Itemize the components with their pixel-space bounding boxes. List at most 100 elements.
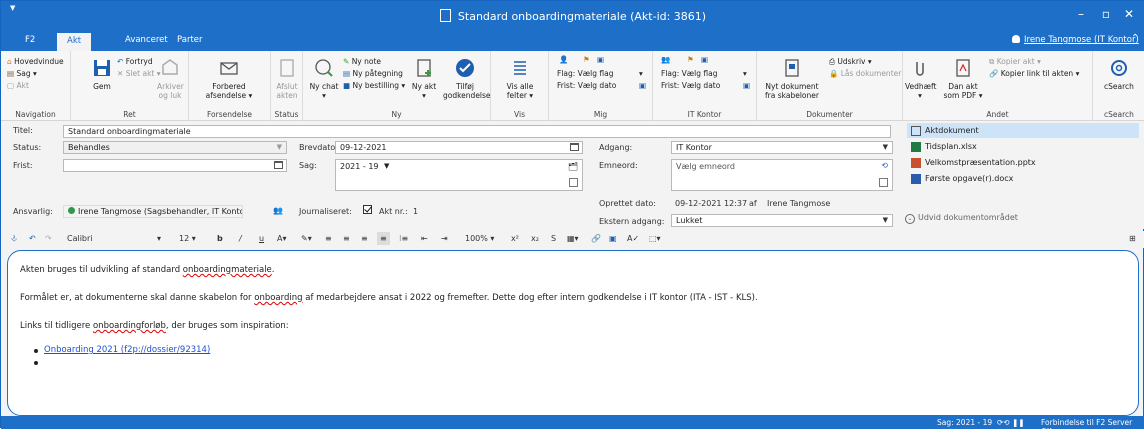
forbered-afsendelse-button[interactable]: Forbered afsendelse ▾	[199, 57, 259, 100]
mig-frist[interactable]: Frist: Vælg dato	[557, 81, 616, 90]
laas-dokumenter-button[interactable]: 🔒 Lås dokumenter	[829, 69, 901, 78]
brevdato-input[interactable]: 09-12-2021	[335, 141, 583, 154]
group-ret: Gem ↶ Fortryd ✕ Slet akt ▾ Arkiver og lu…	[71, 51, 189, 121]
vedhaeft-button[interactable]: Vedhæft ▾	[905, 57, 937, 100]
people-icon[interactable]: 👥	[273, 206, 283, 215]
highlight-icon[interactable]: ✎▾	[301, 234, 312, 243]
udskriv-button[interactable]: ⎙ Udskriv ▾	[829, 57, 872, 67]
document-item[interactable]: Tidsplan.xlsx	[907, 139, 1139, 154]
open-icon[interactable]	[879, 178, 888, 187]
mig-flag[interactable]: Flag: Vælg flag	[557, 69, 613, 78]
kopier-link-button[interactable]: 🔗 Kopier link til akten ▾	[989, 69, 1079, 78]
document-item[interactable]: Velkomstpræsentation.pptx	[907, 155, 1139, 170]
expand-editor-icon[interactable]: ⊞	[1129, 234, 1136, 243]
align-right-icon[interactable]: ≡	[361, 234, 368, 243]
tab-f2[interactable]: F2	[25, 35, 35, 45]
more-icon[interactable]: ⬚▾	[649, 234, 661, 243]
sync-icon[interactable]: ⟳⟲ ❚❚	[997, 418, 1025, 427]
font-dropdown-icon[interactable]: ▾	[157, 234, 161, 243]
ny-chat-button[interactable]: Ny chat ▾	[309, 57, 339, 100]
maximize-button[interactable]: ▫	[1097, 7, 1115, 21]
journaliseret-checkbox[interactable]	[363, 205, 376, 214]
bullets-icon[interactable]: ⁝≡	[399, 234, 408, 243]
superscript-icon[interactable]: x²	[511, 234, 519, 243]
subscript-icon[interactable]: x₂	[531, 234, 539, 243]
tab-avanceret[interactable]: Avanceret	[125, 35, 168, 45]
align-left-icon[interactable]: ≡	[325, 234, 332, 243]
pdf-icon	[956, 59, 970, 77]
emneord-field[interactable]: Vælg emneord ⟲	[671, 159, 893, 191]
font-color-icon[interactable]: A▾	[277, 234, 287, 243]
ekstern-adgang-select[interactable]: Lukket ▼	[671, 214, 893, 227]
ny-paategning-button[interactable]: ▤ Ny påtegning	[343, 69, 403, 78]
csearch-button[interactable]: cSearch	[1099, 57, 1139, 91]
hovedvindue-button[interactable]: ⌂ Hovedvindue	[7, 57, 64, 66]
tab-parter[interactable]: Parter	[177, 35, 203, 45]
adgang-select[interactable]: IT Kontor ▼	[671, 141, 893, 154]
current-user[interactable]: Irene Tangmose (IT Kontor)	[1012, 35, 1139, 45]
ny-bestilling-button[interactable]: ■ Ny bestilling ▾	[343, 81, 405, 90]
itkontor-calendar-icon[interactable]: ▣	[743, 81, 750, 90]
align-center-icon[interactable]: ≡	[343, 234, 350, 243]
titel-input[interactable]: Standard onboardingmateriale	[63, 125, 891, 138]
tab-akt[interactable]: Akt	[57, 33, 92, 51]
case-icon[interactable]: 🗂	[568, 162, 578, 171]
itkontor-flag-dropdown-icon[interactable]: ▾	[743, 69, 747, 78]
underline-icon[interactable]: u	[259, 234, 264, 243]
undo-icon[interactable]: ↶	[29, 234, 36, 243]
sag-button[interactable]: ▤ Sag ▾	[7, 69, 37, 78]
ny-akt-button[interactable]: Ny akt ▾	[411, 57, 437, 100]
bold-icon[interactable]: b	[217, 234, 223, 243]
size-select[interactable]: 12 ▾	[179, 234, 196, 243]
image-icon[interactable]: ▣	[609, 234, 617, 243]
ansvarlig-select[interactable]: Irene Tangmose (Sagsbehandler, IT Kontor…	[63, 205, 243, 218]
minimize-button[interactable]: –	[1072, 7, 1090, 21]
afslut-akten-button[interactable]: Afslut akten	[274, 57, 300, 100]
format-painter-icon[interactable]: ⎀	[11, 234, 17, 244]
document-item[interactable]: Aktdokument	[907, 123, 1139, 138]
status-select[interactable]: Behandles ▼	[63, 141, 287, 154]
slet-akt-button[interactable]: ✕ Slet akt ▾	[117, 69, 161, 78]
strikethrough-icon[interactable]: S	[551, 234, 556, 243]
spellcheck-icon[interactable]: A✓	[627, 234, 639, 243]
dan-pdf-button[interactable]: Dan akt som PDF ▾	[943, 57, 983, 100]
mig-calendar-icon[interactable]: ▣	[639, 81, 646, 90]
window-title: Standard onboardingmateriale (Akt-id: 38…	[457, 10, 707, 23]
itkontor-frist[interactable]: Frist: Vælg dato	[661, 81, 720, 90]
expand-documents-button[interactable]: ⌄ Udvid dokumentområdet	[905, 213, 1018, 224]
nyt-dokument-button[interactable]: Nyt dokument fra skabeloner	[761, 57, 823, 100]
fields-icon	[514, 61, 526, 75]
link-icon[interactable]: 🔗	[591, 234, 601, 243]
vis-alle-felter-button[interactable]: Vis alle felter ▾	[499, 57, 541, 100]
sag-field[interactable]: 2021 - 19 ▼ 🗂	[335, 159, 583, 191]
mig-flag-dropdown-icon[interactable]: ▾	[639, 69, 643, 78]
italic-icon[interactable]: /	[239, 234, 242, 243]
close-button[interactable]: ✕	[1120, 7, 1138, 21]
frist-input[interactable]	[63, 159, 287, 172]
document-item[interactable]: Første opgave(r).docx	[907, 171, 1139, 186]
group-label: cSearch	[1104, 110, 1134, 119]
arkiver-og-luk-button[interactable]: Arkiver og luk	[157, 57, 184, 100]
tag-icon[interactable]: ⟲	[881, 161, 888, 170]
tilfoej-godkendelse-button[interactable]: Tilføj godkendelse	[443, 57, 491, 100]
fortryd-button[interactable]: ↶ Fortryd	[117, 57, 153, 66]
template-document-icon	[785, 59, 799, 77]
akt-button[interactable]: ▢ Akt	[7, 81, 29, 90]
itkontor-flag[interactable]: Flag: Vælg flag	[661, 69, 717, 78]
open-icon[interactable]	[569, 178, 578, 187]
collapse-ribbon-icon[interactable]: ⌃	[1131, 33, 1139, 44]
table-icon[interactable]: ▦▾	[567, 234, 579, 243]
gem-button[interactable]: Gem	[91, 57, 113, 91]
text-editor[interactable]: Akten bruges til udvikling af standard o…	[7, 250, 1139, 416]
dossier-link[interactable]: Onboarding 2021 (f2p://dossier/92314)	[44, 345, 210, 355]
indent-icon[interactable]: ⇥	[441, 234, 448, 243]
zoom-select[interactable]: 100% ▾	[465, 234, 494, 243]
justify-icon[interactable]: ≡	[377, 232, 390, 245]
redo-icon[interactable]: ↷	[45, 234, 52, 243]
font-select[interactable]: Calibri	[67, 234, 93, 243]
calendar-icon[interactable]	[570, 143, 579, 151]
ny-note-button[interactable]: ✎ Ny note	[343, 57, 381, 66]
outdent-icon[interactable]: ⇤	[421, 234, 428, 243]
calendar-icon[interactable]	[274, 161, 283, 169]
kopier-akt-button[interactable]: ⧉ Kopier akt ▾	[989, 57, 1041, 67]
